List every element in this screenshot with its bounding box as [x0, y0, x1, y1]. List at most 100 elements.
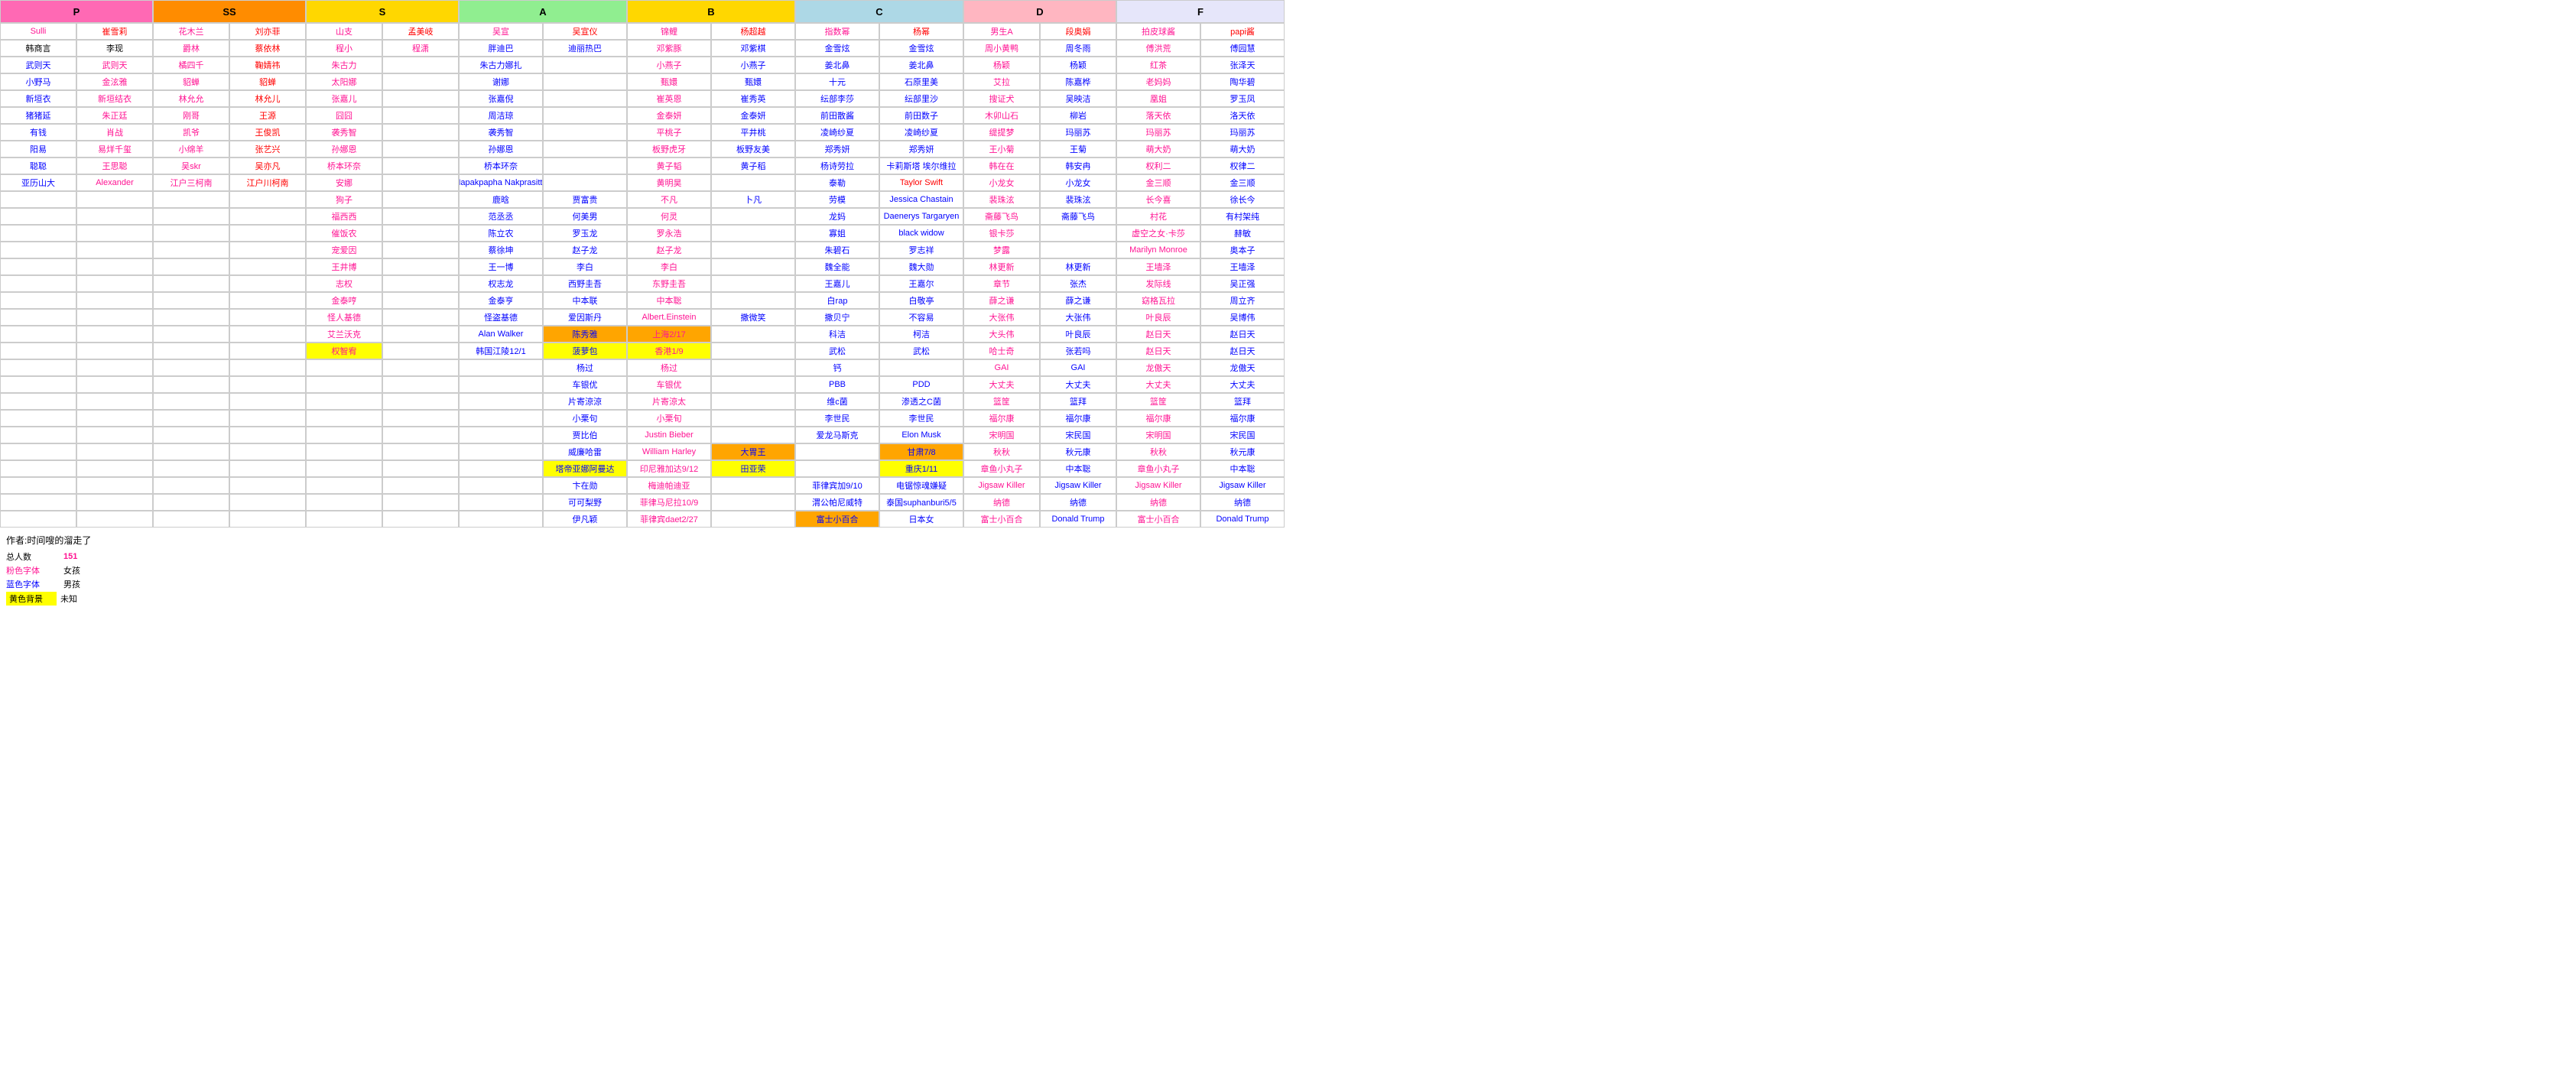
cell-a1	[459, 393, 543, 410]
cell-a2: 李白	[543, 258, 627, 275]
cell-a1	[459, 511, 543, 528]
cell-p2	[76, 359, 153, 376]
cell-c1: 劳模	[795, 191, 879, 208]
cell-b1: 赵子龙	[627, 242, 711, 258]
cell-p1	[0, 275, 76, 292]
table-row: 聪聪王思聪吴skr吴亦凡桥本环奈桥本环奈黄子韬黄子稻杨诗劳拉卡莉斯塔 埃尔维拉韩…	[0, 157, 1285, 174]
cell-ss1	[153, 410, 229, 427]
cell-f1: 傅洪荒	[1116, 40, 1200, 57]
cell-p2: 朱正廷	[76, 107, 153, 124]
cell-a1: 张嘉倪	[459, 90, 543, 107]
table-row: 新垣衣新垣结衣林允允林允儿张嘉儿张嘉倪崔英恩崔秀英纭部李莎纭部里沙搜证犬吴映洁凰…	[0, 90, 1285, 107]
pink-label: 粉色字体	[6, 564, 60, 576]
cell-c2: 金雪炫	[879, 40, 963, 57]
header-p: P	[0, 0, 153, 23]
cell-d2: 大丈夫	[1040, 376, 1116, 393]
cell-a1: 谢娜	[459, 73, 543, 90]
cell-f1: 章鱼小丸子	[1116, 460, 1200, 477]
yellow-label: 黄色背景	[6, 592, 57, 606]
table-row: 小栗句小栗旬李世民李世民福尔康福尔康福尔康福尔康	[0, 410, 1285, 427]
header-a: A	[459, 0, 627, 23]
data-rows: 韩商言李现爵林蔡依林程小程潇胖迪巴迪丽热巴邓紫豚邓紫棋金雪炫金雪炫周小黄鸭周冬雨…	[0, 40, 1285, 528]
cell-d2: 林更新	[1040, 258, 1116, 275]
cell-b2: 田亚荣	[711, 460, 795, 477]
cell-s2	[382, 477, 459, 494]
cell-ss1	[153, 460, 229, 477]
cell-d1: 大丈夫	[963, 376, 1040, 393]
cell-s1: 朱古力	[306, 57, 382, 73]
cell-a2	[543, 107, 627, 124]
cell-b1: 罗永浩	[627, 225, 711, 242]
cell-d2: 杨颖	[1040, 57, 1116, 73]
table-row: 韩商言李现爵林蔡依林程小程潇胖迪巴迪丽热巴邓紫豚邓紫棋金雪炫金雪炫周小黄鸭周冬雨…	[0, 40, 1285, 57]
cell-ss2	[229, 208, 306, 225]
cell-ss1	[153, 292, 229, 309]
cell-c2: PDD	[879, 376, 963, 393]
cell-s1	[306, 443, 382, 460]
cell-p1	[0, 191, 76, 208]
cell-f1: 落天依	[1116, 107, 1200, 124]
cell-a1	[459, 376, 543, 393]
cell-s2	[382, 141, 459, 157]
cell-d2: 薛之谦	[1040, 292, 1116, 309]
cell-p2: Alexander	[76, 174, 153, 191]
cell-p1: 小野马	[0, 73, 76, 90]
cell-a2: 片寄涼涼	[543, 393, 627, 410]
cell-c2: 渗透之C菌	[879, 393, 963, 410]
cell-p1: 猪猪延	[0, 107, 76, 124]
cell-d1: 大头伟	[963, 326, 1040, 343]
cell-c2: 白敬亭	[879, 292, 963, 309]
cell-a2	[543, 73, 627, 90]
cell-d1: 富士小百合	[963, 511, 1040, 528]
cell-b2	[711, 393, 795, 410]
cell-a2: 何美男	[543, 208, 627, 225]
cell-ss2: 鞠婧祎	[229, 57, 306, 73]
cell-ss2	[229, 292, 306, 309]
cell-f1: 大丈夫	[1116, 376, 1200, 393]
cell-s2	[382, 494, 459, 511]
cell-b1: Albert.Einstein	[627, 309, 711, 326]
cell-b2: 金泰妍	[711, 107, 795, 124]
cell-d1: 艾拉	[963, 73, 1040, 90]
cell-f1: 龙傲天	[1116, 359, 1200, 376]
cell-p1	[0, 376, 76, 393]
cell-a1: 蔡徐坤	[459, 242, 543, 258]
cell-c1: 凌崎纱夏	[795, 124, 879, 141]
cell-f1: 纳德	[1116, 494, 1200, 511]
cell-a2: 车银优	[543, 376, 627, 393]
cell-s1: 囧囧	[306, 107, 382, 124]
cell-s2	[382, 427, 459, 443]
cell-p2: 易烊千玺	[76, 141, 153, 157]
cell-d2: 玛丽苏	[1040, 124, 1116, 141]
cell-f1: 长今喜	[1116, 191, 1200, 208]
cell-p2: 李现	[76, 40, 153, 57]
cell-a2	[543, 124, 627, 141]
cell-c1	[795, 460, 879, 477]
table-row: 威廉哈雷William Harley大胃王甘肃7/8秋秋秋元康秋秋秋元康	[0, 443, 1285, 460]
cell-f1: Marilyn Monroe	[1116, 242, 1200, 258]
cell-p2: 金泫雅	[76, 73, 153, 90]
cell-b1: 菲律宾daet2/27	[627, 511, 711, 528]
cell-p2	[76, 326, 153, 343]
cell-d1: 搜证犬	[963, 90, 1040, 107]
cell-ss2	[229, 258, 306, 275]
cell-ss1	[153, 191, 229, 208]
cell-p2	[76, 511, 153, 528]
table-row: 可可梨野菲律马尼拉10/9渭公帕尼威特泰国suphanburi5/5纳德纳德纳德…	[0, 494, 1285, 511]
cell-a1	[459, 427, 543, 443]
cell-d1: 林更新	[963, 258, 1040, 275]
cell-b2	[711, 208, 795, 225]
cell-f2: Donald Trump	[1200, 511, 1285, 528]
cell-c1: 泰勒	[795, 174, 879, 191]
cell-ss2	[229, 460, 306, 477]
cell-ss2	[229, 443, 306, 460]
total-row: 总人数 151	[6, 550, 2570, 563]
cell-c2: 魏大勋	[879, 258, 963, 275]
cell-b2	[711, 174, 795, 191]
cell-a2: 中本联	[543, 292, 627, 309]
cell-s1: 志权	[306, 275, 382, 292]
sub-header-s2: 孟美岐	[382, 23, 459, 40]
cell-a2	[543, 57, 627, 73]
cell-f2: 龙傲天	[1200, 359, 1285, 376]
cell-a2: 威廉哈雷	[543, 443, 627, 460]
